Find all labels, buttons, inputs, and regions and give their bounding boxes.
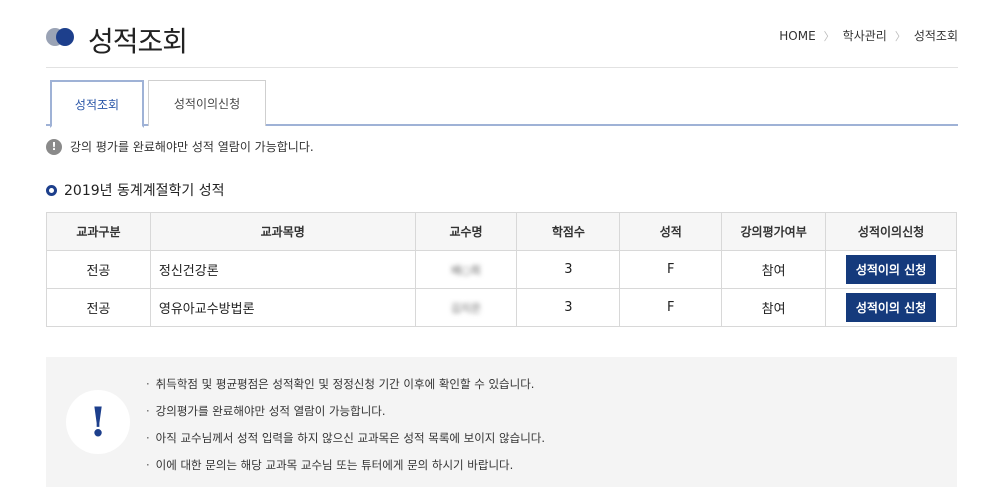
- chevron-right-icon: 〉: [894, 29, 906, 43]
- breadcrumb-current: 성적조회: [913, 29, 958, 43]
- cell-course: 영유아교수방법론: [149, 288, 416, 327]
- alert-icon: !: [46, 138, 62, 155]
- cell-appeal: 성적이의 신청: [825, 288, 957, 327]
- table-row: 전공 영유아교수방법론 김지은 3 F 참여 성적이의 신청: [46, 288, 957, 327]
- header-credits: 학점수: [516, 212, 621, 251]
- logo-icon: [46, 28, 76, 46]
- professor-name-blurred: 배○희: [451, 263, 481, 277]
- list-item: 이에 대한 문의는 해당 교과목 교수님 또는 튜터에게 문의 하시기 바랍니다…: [146, 456, 545, 483]
- list-item: 취득학점 및 평균평점은 성적확인 및 정정신청 기간 이후에 확인할 수 있습…: [146, 375, 545, 402]
- chevron-right-icon: 〉: [823, 29, 835, 43]
- section-title-text: 2019년 동계계절학기 성적: [64, 183, 225, 199]
- bullet-ring-icon: [46, 184, 57, 196]
- cell-category: 전공: [46, 250, 151, 289]
- cell-professor: 배○희: [414, 250, 518, 289]
- tab-grade-appeal[interactable]: 성적이의신청: [148, 80, 266, 126]
- info-box: ! 취득학점 및 평균평점은 성적확인 및 정정신청 기간 이후에 확인할 수 …: [46, 357, 957, 487]
- cell-grade: F: [619, 288, 723, 327]
- page-title: 성적조회: [88, 25, 188, 58]
- cell-category: 전공: [46, 288, 151, 327]
- cell-course: 정신건강론: [149, 250, 416, 289]
- grade-appeal-button[interactable]: 성적이의 신청: [845, 293, 937, 322]
- section-title: 2019년 동계계절학기 성적: [46, 180, 224, 200]
- cell-evaluation: 참여: [721, 288, 827, 327]
- cell-grade: F: [619, 250, 723, 289]
- breadcrumb-academic[interactable]: 학사관리: [843, 27, 887, 44]
- tab-bar: 성적조회 성적이의신청: [46, 80, 958, 128]
- table-header-row: 교과구분 교과목명 교수명 학점수 성적 강의평가여부 성적이의신청: [46, 212, 957, 251]
- list-item: 아직 교수님께서 성적 입력을 하지 않으신 교과목은 성적 목록에 보이지 않…: [146, 429, 545, 456]
- cell-evaluation: 참여: [721, 250, 827, 289]
- notice-text: 강의 평가를 완료해야만 성적 열람이 가능합니다.: [70, 140, 314, 154]
- table-row: 전공 정신건강론 배○희 3 F 참여 성적이의 신청: [46, 250, 957, 289]
- exclamation-icon: !: [89, 398, 107, 446]
- grade-appeal-button[interactable]: 성적이의 신청: [845, 255, 937, 284]
- breadcrumb: HOME 〉 학사관리 〉 성적조회: [779, 27, 958, 44]
- page-header: 성적조회 HOME 〉 학사관리 〉 성적조회: [46, 18, 958, 68]
- evaluation-notice: ! 강의 평가를 완료해야만 성적 열람이 가능합니다.: [46, 138, 314, 155]
- cell-credits: 3: [516, 250, 621, 289]
- list-item: 강의평가를 완료해야만 성적 열람이 가능합니다.: [146, 402, 545, 429]
- info-circle: !: [66, 390, 130, 454]
- cell-professor: 김지은: [414, 288, 518, 327]
- header-grade: 성적: [619, 212, 723, 251]
- header-evaluation: 강의평가여부: [721, 212, 827, 251]
- header-course: 교과목명: [149, 212, 416, 251]
- header-professor: 교수명: [414, 212, 518, 251]
- professor-name-blurred: 김지은: [450, 301, 482, 315]
- header-category: 교과구분: [46, 212, 151, 251]
- info-list: 취득학점 및 평균평점은 성적확인 및 정정신청 기간 이후에 확인할 수 있습…: [146, 375, 545, 483]
- tab-grade-inquiry[interactable]: 성적조회: [50, 80, 144, 128]
- cell-credits: 3: [516, 288, 621, 327]
- grades-table: 교과구분 교과목명 교수명 학점수 성적 강의평가여부 성적이의신청 전공 정신…: [46, 212, 957, 327]
- breadcrumb-home[interactable]: HOME: [779, 29, 815, 43]
- cell-appeal: 성적이의 신청: [825, 250, 957, 289]
- header-appeal: 성적이의신청: [825, 212, 957, 251]
